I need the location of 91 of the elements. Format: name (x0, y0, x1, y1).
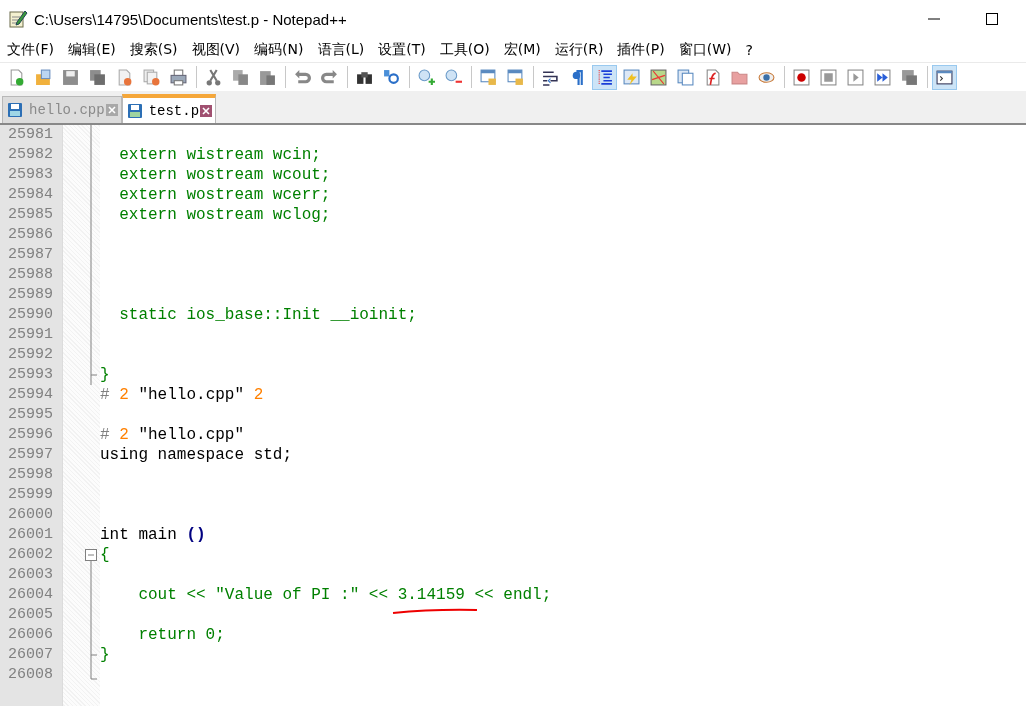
code-line: } (100, 365, 110, 385)
window-lock-icon (507, 68, 524, 86)
menu-item[interactable]: 运行(R) (554, 41, 604, 59)
line-number: 25992 (7, 345, 54, 365)
code-line: extern wostream wclog; (118, 205, 331, 225)
code-line: extern wostream wcout; (118, 165, 331, 185)
menu-item[interactable]: 窗口(W) (678, 41, 732, 59)
menu-item[interactable]: 语言(L) (317, 41, 365, 59)
line-number: 25991 (7, 325, 54, 345)
menu-item[interactable]: 编辑(E) (68, 41, 116, 59)
replace-icon (383, 68, 400, 86)
close-file-icon (116, 68, 133, 86)
window-title: C:\Users\14795\Documents\test.p - Notepad++ (34, 10, 347, 28)
zoom-in-icon (418, 68, 435, 86)
line-number: 25985 (7, 205, 54, 225)
paste-icon (259, 68, 276, 86)
macro-save-icon (901, 68, 918, 86)
save-icon (62, 68, 79, 86)
line-number: 25996 (7, 425, 54, 445)
console-icon (936, 68, 953, 86)
redo-icon (321, 68, 338, 86)
code-line: { (100, 545, 110, 565)
undo-icon (294, 68, 311, 86)
line-number: 25999 (7, 485, 54, 505)
fast-forward-icon (874, 68, 891, 86)
save-all-icon (89, 68, 106, 86)
line-number: 25998 (7, 465, 54, 485)
play-icon (847, 68, 864, 86)
word-wrap-icon (542, 68, 559, 86)
close-icon[interactable] (200, 104, 213, 117)
line-number: 25982 (7, 145, 54, 165)
maximize-icon[interactable] (986, 13, 998, 25)
line-number: 25990 (7, 305, 54, 325)
code-line: int main () (100, 525, 206, 545)
line-number: 26001 (7, 525, 54, 545)
record-icon (793, 68, 810, 86)
function-list-icon (704, 68, 721, 86)
line-number: 26006 (7, 625, 54, 645)
menu-item[interactable]: 搜索(S) (129, 41, 178, 59)
zoom-out-icon (445, 68, 462, 86)
new-file-icon (8, 68, 25, 86)
copy-icon (232, 68, 249, 86)
menu-item[interactable]: 设置(T) (378, 41, 426, 59)
indent-guide-icon (596, 68, 613, 86)
code-line: } (100, 645, 110, 665)
menu-item[interactable]: 编码(N) (254, 41, 304, 59)
line-number: 26004 (7, 585, 54, 605)
line-number: 25988 (7, 265, 54, 285)
line-number: 25997 (7, 445, 54, 465)
code-line: using namespace std; (100, 445, 293, 465)
line-number: 26003 (7, 565, 54, 585)
line-number: 25994 (7, 385, 54, 405)
line-number: 25984 (7, 185, 54, 205)
line-number: 26000 (7, 505, 54, 525)
code-line: extern wostream wcerr; (118, 185, 331, 205)
scissors-icon (205, 68, 222, 86)
line-number: 25987 (7, 245, 54, 265)
menu-item[interactable]: 插件(P) (617, 41, 665, 59)
code-line: return 0; (137, 625, 225, 645)
code-line: static ios_base::Init __ioinit; (118, 305, 417, 325)
open-file-icon (35, 68, 52, 86)
line-number: 26008 (7, 665, 54, 685)
line-number: 25986 (7, 225, 54, 245)
line-number: 26002 (7, 545, 54, 565)
line-number: 25993 (7, 365, 54, 385)
line-number: 26007 (7, 645, 54, 665)
toolbar-button[interactable] (592, 64, 617, 90)
line-number: 25995 (7, 405, 54, 425)
lightning-window-icon (623, 68, 640, 86)
file-tab[interactable]: test.p (121, 94, 217, 123)
menu-item[interactable]: ? (745, 42, 753, 58)
menu-item[interactable]: 宏(M) (503, 41, 541, 59)
line-number: 25989 (7, 285, 54, 305)
menu-item[interactable]: 工具(O) (439, 41, 490, 59)
documents-icon (677, 68, 694, 86)
window-lock-icon (480, 68, 497, 86)
code-line: cout << "Value of PI :" << 3.14159 << endl; (100, 585, 552, 605)
document-map-icon (650, 68, 667, 86)
line-number: 25983 (7, 165, 54, 185)
close-icon[interactable] (105, 104, 118, 116)
print-icon (170, 68, 187, 86)
code-line: extern wistream wcin; (118, 145, 321, 165)
line-number: 25981 (7, 125, 54, 145)
stop-icon (820, 68, 837, 86)
menu-item[interactable]: 视图(V) (191, 41, 241, 59)
line-number: 26005 (7, 605, 54, 625)
notepad-icon (8, 9, 28, 29)
menu-item[interactable]: 文件(F) (7, 41, 54, 59)
code-line: # 2 "hello.cpp" (100, 425, 245, 445)
code-line: # 2 "hello.cpp" 2 (100, 385, 264, 405)
close-all-icon (143, 68, 160, 86)
